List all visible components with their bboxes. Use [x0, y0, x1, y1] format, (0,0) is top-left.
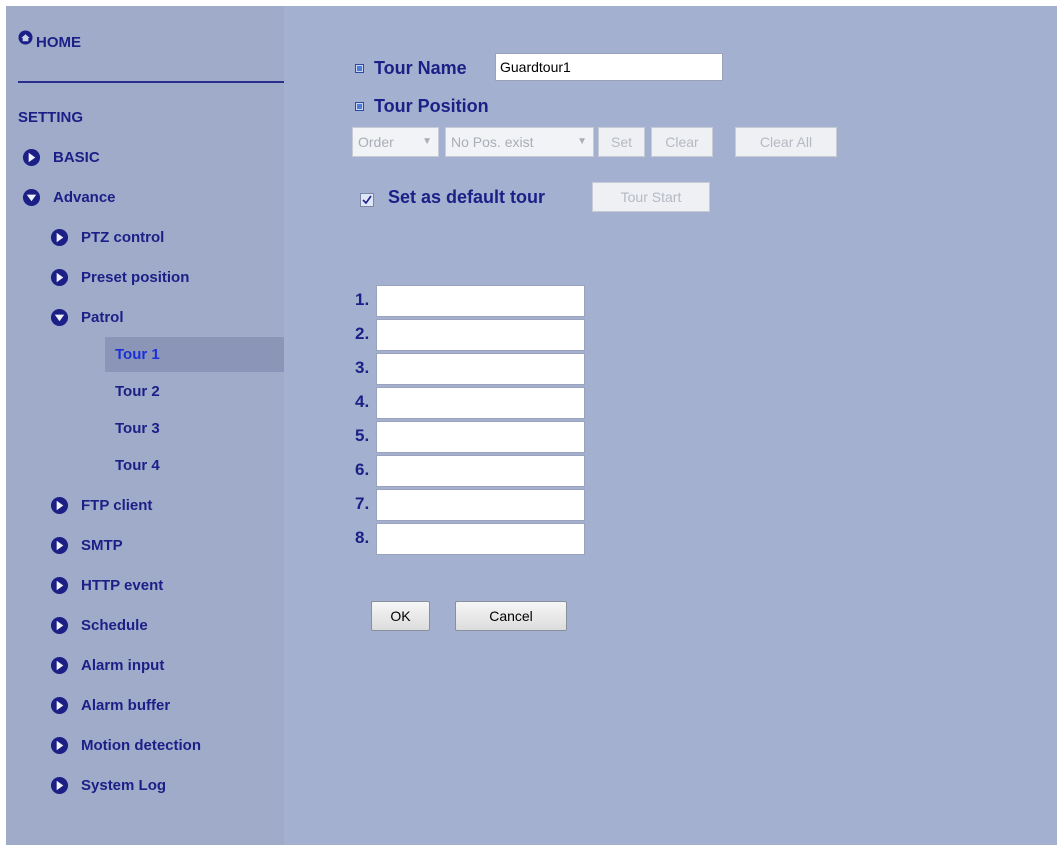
position-field-6[interactable]: [376, 455, 585, 487]
sidebar-item-label: System Log: [81, 776, 167, 794]
position-field-5[interactable]: [376, 421, 585, 453]
arrow-right-icon: [50, 536, 69, 554]
arrow-down-icon: [22, 188, 41, 206]
sidebar-item-label: Preset position: [81, 268, 190, 286]
position-field-1[interactable]: [376, 285, 585, 317]
sidebar-item-ptz-control[interactable]: PTZ control: [50, 225, 164, 249]
sidebar-item-preset-position[interactable]: Preset position: [50, 265, 189, 289]
position-row-label: 6.: [355, 460, 370, 479]
sidebar-item-tour-3[interactable]: Tour 3: [105, 411, 284, 446]
sidebar-item-alarm-input[interactable]: Alarm input: [50, 653, 164, 677]
default-tour-label: Set as default tour: [388, 187, 546, 207]
sidebar-item-smtp[interactable]: SMTP: [50, 533, 123, 557]
tour-name-label: Tour Name: [355, 58, 467, 79]
sidebar-item-label: PTZ control: [81, 228, 165, 246]
position-field-4[interactable]: [376, 387, 585, 419]
arrow-right-icon: [50, 228, 69, 246]
arrow-right-icon: [50, 496, 69, 514]
sidebar-item-label: Schedule: [81, 616, 148, 634]
home-label: HOME: [36, 33, 81, 51]
tour-name-text: Tour Name: [374, 58, 467, 78]
position-field-8[interactable]: [376, 523, 585, 555]
arrow-right-icon: [50, 656, 69, 674]
sidebar-item-schedule[interactable]: Schedule: [50, 613, 148, 637]
position-row-label: 5.: [355, 426, 370, 445]
sidebar-item-tour-4[interactable]: Tour 4: [105, 448, 284, 483]
arrow-right-icon: [50, 776, 69, 794]
chevron-down-icon: ▼: [577, 136, 587, 147]
position-row-label: 8.: [355, 528, 370, 547]
ok-button[interactable]: OK: [371, 601, 430, 631]
sidebar-item-tour-1[interactable]: Tour 1: [105, 337, 284, 372]
sidebar-item-http-event[interactable]: HTTP event: [50, 573, 163, 597]
default-tour-checkbox[interactable]: [360, 193, 374, 207]
checkmark-icon: [362, 195, 372, 205]
arrow-right-icon: [50, 696, 69, 714]
tour-name-input[interactable]: [495, 53, 723, 81]
position-row-label: 2.: [355, 324, 370, 343]
sidebar-item-patrol[interactable]: Patrol: [50, 305, 124, 329]
arrow-right-icon: [22, 148, 41, 166]
cancel-button[interactable]: Cancel: [455, 601, 567, 631]
tour-position-label: Tour Position: [355, 96, 489, 117]
sidebar-item-tour-2[interactable]: Tour 2: [105, 374, 284, 409]
position-row-label: 1.: [355, 290, 370, 309]
order-select-value: Order: [358, 134, 394, 150]
position-field-3[interactable]: [376, 353, 585, 385]
chevron-down-icon: ▼: [422, 136, 432, 147]
bullet-square-icon: [355, 64, 364, 73]
sidebar-item-label: Alarm buffer: [81, 696, 171, 714]
sidebar-item-alarm-buffer[interactable]: Alarm buffer: [50, 693, 170, 717]
home-icon: [18, 29, 33, 45]
tour-start-button[interactable]: Tour Start: [592, 182, 710, 212]
position-row-label: 3.: [355, 358, 370, 377]
sidebar-item-advance[interactable]: Advance: [22, 185, 116, 209]
sidebar-item-label: SMTP: [81, 536, 123, 554]
arrow-right-icon: [50, 616, 69, 634]
sidebar-item-label: Motion detection: [81, 736, 201, 754]
sidebar-item-ftp-client[interactable]: FTP client: [50, 493, 152, 517]
sidebar-item-system-log[interactable]: System Log: [50, 773, 166, 797]
sidebar-item-label: FTP client: [81, 496, 153, 514]
sidebar-item-label: Patrol: [81, 308, 124, 326]
arrow-right-icon: [50, 576, 69, 594]
position-select-value: No Pos. exist: [451, 134, 534, 150]
home-link[interactable]: HOME: [18, 29, 81, 54]
sidebar-item-motion-detection[interactable]: Motion detection: [50, 733, 201, 757]
sidebar-item-label: Alarm input: [81, 656, 165, 674]
sidebar-item-label: BASIC: [53, 148, 100, 166]
arrow-right-icon: [50, 736, 69, 754]
arrow-right-icon: [50, 268, 69, 286]
position-field-7[interactable]: [376, 489, 585, 521]
setting-heading: SETTING: [18, 109, 84, 126]
arrow-down-icon: [50, 308, 69, 326]
position-row-label: 7.: [355, 494, 370, 513]
position-row-label: 4.: [355, 392, 370, 411]
tour-position-text: Tour Position: [374, 96, 489, 116]
sidebar-divider: [18, 81, 284, 83]
bullet-square-icon: [355, 102, 364, 111]
sidebar-item-basic[interactable]: BASIC: [22, 145, 100, 169]
position-select[interactable]: No Pos. exist ▼: [445, 127, 594, 157]
clear-button[interactable]: Clear: [651, 127, 713, 157]
sidebar-item-label: Advance: [53, 188, 116, 206]
position-field-2[interactable]: [376, 319, 585, 351]
sidebar-item-label: HTTP event: [81, 576, 164, 594]
order-select[interactable]: Order ▼: [352, 127, 439, 157]
set-button[interactable]: Set: [598, 127, 645, 157]
clear-all-button[interactable]: Clear All: [735, 127, 837, 157]
